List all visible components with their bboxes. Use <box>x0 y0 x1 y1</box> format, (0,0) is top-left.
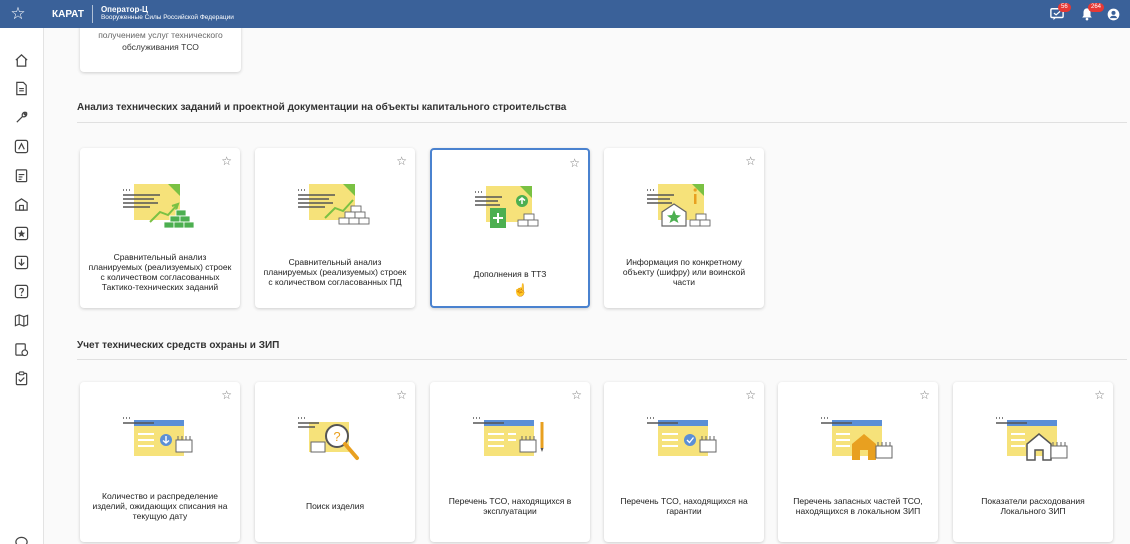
section-title-analysis: Анализ технических заданий и проектной д… <box>77 102 567 113</box>
main-content: получением услуг технического обслуживан… <box>44 28 1130 544</box>
clipboard-chart-icon[interactable] <box>12 166 30 184</box>
favorite-star-icon[interactable]: ☆ <box>1094 388 1105 402</box>
doc-down-icon <box>123 417 193 456</box>
tile-label: Дополнения в ТТЗ <box>473 268 547 279</box>
tile-card[interactable]: ☆ Показатели расходования Локального ЗИП <box>953 382 1113 542</box>
tile-label: Сравнительный анализ планируемых (реализ… <box>88 251 232 293</box>
clipboard-check-icon[interactable] <box>12 369 30 387</box>
doc-pen-icon <box>473 417 544 456</box>
organization: Оператор-Ц Вооруженные Силы Российской Ф… <box>100 5 234 21</box>
tile-label: Перечень запасных частей ТСО, находящихс… <box>793 495 923 516</box>
favorite-star-icon[interactable]: ☆ <box>396 388 407 402</box>
settings-doc-icon[interactable] <box>12 340 30 358</box>
messages-badge: 56 <box>1058 3 1071 12</box>
tile-card[interactable]: ☆ ? Поиск изделия <box>255 382 415 542</box>
doc-add-icon <box>475 186 539 228</box>
chat-bubble-icon[interactable] <box>12 533 30 544</box>
tile-label: Показатели расходования Локального ЗИП <box>981 495 1085 516</box>
favorite-star-icon[interactable]: ☆ <box>571 388 582 402</box>
tile-label: Количество и распределение изделий, ожид… <box>92 490 228 522</box>
wrench-icon[interactable] <box>12 108 30 126</box>
messages-button[interactable]: 56 <box>1042 0 1072 28</box>
favorite-star-icon[interactable]: ☆ <box>396 154 407 168</box>
home-icon[interactable] <box>12 51 30 69</box>
tile-card[interactable]: ☆ Перечень запасных частей ТСО, находящи… <box>778 382 938 542</box>
tile-card[interactable]: ☆ Сравнительный анализ планируемых (реал… <box>80 148 240 308</box>
download-box-icon[interactable] <box>12 253 30 271</box>
divider <box>91 5 93 23</box>
favorite-star-icon[interactable]: ☆ <box>919 388 930 402</box>
star-box-icon[interactable] <box>12 224 30 242</box>
doc-house-outline-icon <box>996 417 1068 461</box>
account-button[interactable] <box>1102 0 1124 28</box>
help-box-icon[interactable] <box>12 282 30 300</box>
chart-doc-icon <box>298 184 370 225</box>
tile-card[interactable]: ☆ Количество и распределение изделий, ож… <box>80 382 240 542</box>
tile-card-partial[interactable]: получением услуг технического обслуживан… <box>80 28 241 72</box>
doc-house-icon <box>821 417 893 460</box>
tile-label: Перечень ТСО, находящихся на гарантии <box>620 495 748 516</box>
tile-label-line2: обслуживания ТСО <box>122 42 199 52</box>
favorite-star-icon[interactable]: ☆ <box>745 388 756 402</box>
doc-search-icon: ? <box>298 417 359 460</box>
tile-label: Поиск изделия <box>305 500 365 511</box>
notifications-button[interactable]: 264 <box>1072 0 1105 28</box>
favorite-star-icon[interactable]: ☆ <box>221 154 232 168</box>
tile-label-line1: получением услуг технического <box>98 30 223 40</box>
tile-label: Сравнительный анализ планируемых (реализ… <box>263 256 407 288</box>
favorite-star-icon[interactable]: ☆ <box>221 388 232 402</box>
favorite-star-icon[interactable]: ☆ <box>745 154 756 168</box>
tile-card[interactable]: ☆ Сравнительный анализ планируемых (реал… <box>255 148 415 308</box>
favorites-star-icon[interactable]: ☆ <box>0 0 36 28</box>
top-bar: ☆ КАРАТ Оператор-Ц Вооруженные Силы Росс… <box>0 0 1130 28</box>
hand-cursor-icon: ☝ <box>513 283 528 297</box>
section-divider <box>77 122 1127 123</box>
section-title-equipment: Учет технических средств охраны и ЗИП <box>77 340 280 351</box>
user-icon <box>1107 8 1119 20</box>
tile-card[interactable]: ☆ Перечень ТСО, находящихся на гарантии <box>604 382 764 542</box>
favorite-star-icon[interactable]: ☆ <box>569 156 580 170</box>
tile-label: Информация по конкретному объекту (шифру… <box>622 256 746 288</box>
svg-text:?: ? <box>333 429 340 444</box>
map-icon[interactable] <box>12 311 30 329</box>
app-name[interactable]: КАРАТ <box>52 9 84 20</box>
tile-card[interactable]: ☆ Перечень ТСО, находящихся в эксплуатац… <box>430 382 590 542</box>
tile-label: Перечень ТСО, находящихся в эксплуатации <box>448 495 572 516</box>
document-icon[interactable] <box>12 79 30 97</box>
org-subtitle: Вооруженные Силы Российской Федерации <box>100 13 234 21</box>
doc-info-icon <box>647 184 711 227</box>
section-divider <box>77 359 1127 360</box>
sidebar <box>0 28 44 544</box>
chart-doc-icon <box>123 184 195 229</box>
building-icon[interactable] <box>12 195 30 213</box>
route-icon[interactable] <box>12 137 30 155</box>
tile-card[interactable]: ☆ Информация по конкретному объекту (шиф… <box>604 148 764 308</box>
doc-check-icon <box>647 417 717 456</box>
tile-card-selected[interactable]: ☆ Дополнения в ТТЗ ☝ <box>430 148 590 308</box>
